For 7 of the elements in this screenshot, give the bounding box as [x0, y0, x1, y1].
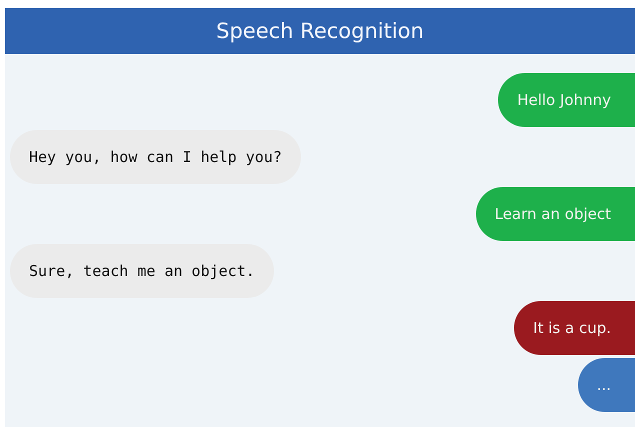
sent-message-bubble: Learn an object — [476, 187, 635, 241]
sent-message-bubble: Hello Johnny — [498, 73, 635, 127]
app-title: Speech Recognition — [216, 19, 424, 43]
reply-message-bubble: Sure, teach me an object. — [10, 244, 274, 298]
reply-message-bubble: Hey you, how can I help you? — [10, 130, 301, 184]
sent-message-bubble: ... — [578, 358, 635, 412]
sent-message-bubble: It is a cup. — [514, 301, 635, 355]
